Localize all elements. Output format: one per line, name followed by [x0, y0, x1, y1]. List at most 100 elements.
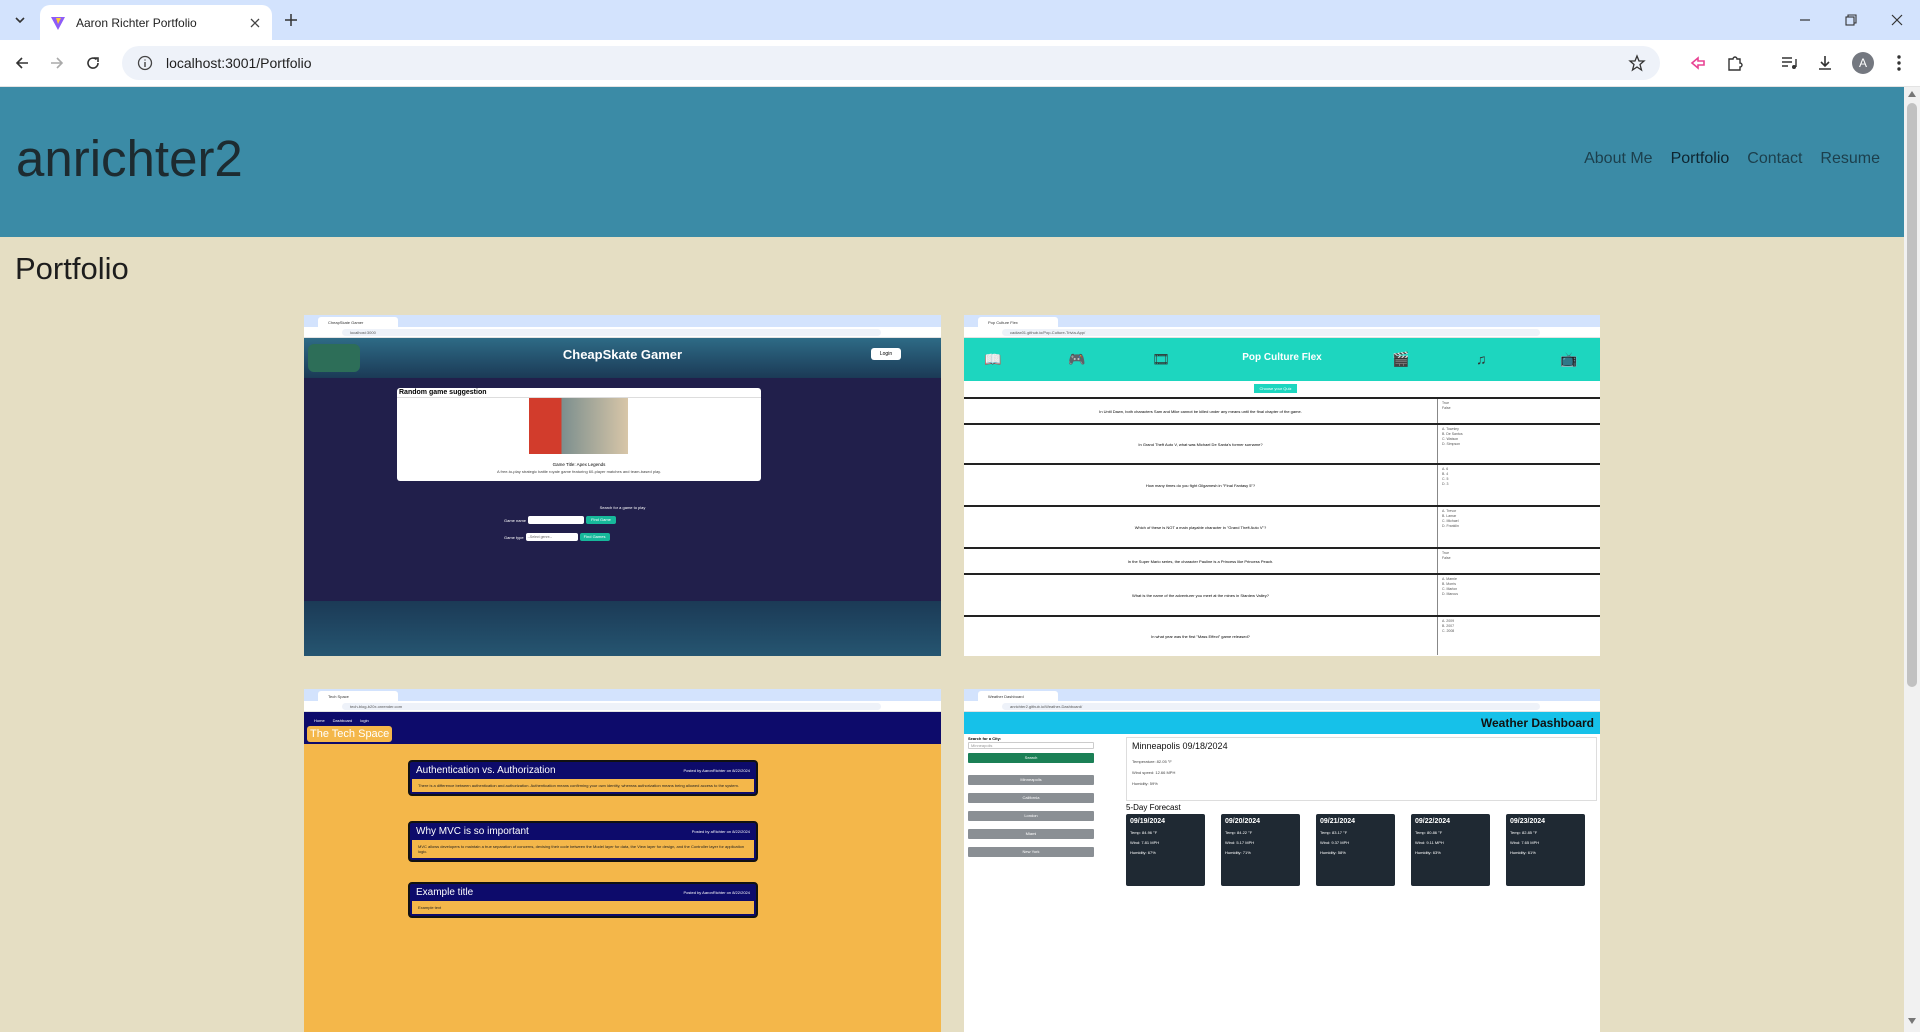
tab-search-button[interactable]	[8, 8, 32, 32]
clapperboard-icon: 🎬	[1392, 351, 1410, 367]
forecast-card: 09/21/2024 Temp: 83.17 °F Wind: 9.37 MPH…	[1316, 814, 1395, 886]
quiz-row: How many times do you fight Gilgamesh in…	[964, 463, 1600, 505]
download-icon[interactable]	[1812, 50, 1838, 76]
restore-icon	[1845, 14, 1857, 26]
current-weather: Minneapolis 09/18/2024 Temperature: 82.0…	[1126, 737, 1597, 801]
bookmark-star-icon[interactable]	[1622, 48, 1652, 78]
quiz-option: B. Lamar	[1442, 514, 1457, 518]
extension-pink-icon[interactable]	[1686, 50, 1712, 76]
quiz-row: In what year was the first "Mass Effect"…	[964, 615, 1600, 655]
quiz-question: In what year was the first "Mass Effect"…	[964, 617, 1438, 655]
genre-select: --Select genre--	[525, 533, 578, 541]
quiz-option: B. 2007	[1442, 624, 1455, 628]
forecast-date: 09/21/2024	[1320, 818, 1356, 825]
screenshot-tab: CheapSkate Gamer	[318, 317, 398, 327]
media-controls-icon[interactable]	[1776, 50, 1802, 76]
random-game-card: Random game suggestion Game Title: Apex …	[397, 388, 761, 481]
forecast-date: 09/23/2024	[1510, 818, 1546, 825]
screenshot-toolbar: cadiax01.github.io/Pop-Culture-Trivia-Ap…	[964, 327, 1600, 338]
screenshot-tabbar: Pop Culture Flex	[964, 315, 1600, 327]
city-search-label: Search for a City:	[968, 736, 1002, 741]
project-weather-dashboard[interactable]: Weather Dashboard anrichter2.github.io/W…	[964, 689, 1600, 1032]
quiz-option: D. Simpson	[1442, 442, 1461, 446]
nav-resume[interactable]: Resume	[1820, 150, 1880, 168]
forecast-card: 09/19/2024 Temp: 84.96 °F Wind: 7.81 MPH…	[1126, 814, 1205, 886]
site-header: anrichter2 About Me Portfolio Contact Re…	[0, 87, 1904, 237]
screenshot-toolbar: localhost:3000	[304, 327, 941, 338]
game-name-label: Game name	[504, 517, 527, 523]
back-button[interactable]	[9, 50, 35, 76]
cheapskate-body: Random game suggestion Game Title: Apex …	[304, 378, 941, 608]
weather-sidebar: Search for a City: Minneapolis Search Mi…	[968, 736, 1094, 857]
close-tab-button[interactable]	[246, 14, 264, 32]
forecast-humidity: Humidity: 61%	[1510, 850, 1536, 855]
active-tab[interactable]: Aaron Richter Portfolio	[40, 5, 272, 40]
screenshot-tabbar: Tech Space	[304, 689, 941, 701]
weather-title: Weather Dashboard	[1480, 716, 1594, 730]
screenshot-url: tech-blog-b20x.onrender.com	[342, 703, 881, 710]
reload-button[interactable]	[80, 50, 106, 76]
quiz-option: A. 2009	[1442, 619, 1455, 623]
quiz-option: C. Michael	[1442, 519, 1459, 523]
post-meta: Posted by AaronRichter on 8/22/2024	[683, 768, 751, 773]
popculture-header: 📖 🎮 🎞 Pop Culture Flex 🎬 ♫ 📺	[964, 338, 1600, 381]
quiz-option: True	[1442, 401, 1450, 405]
project-cheapskate-gamer[interactable]: CheapSkate Gamer localhost:3000 CheapSka…	[304, 315, 941, 656]
screenshot-tab: Weather Dashboard	[978, 691, 1058, 701]
screenshot-toolbar: tech-blog-b20x.onrender.com	[304, 701, 941, 712]
game-title-text: Game Title: Apex Legends	[552, 462, 606, 467]
nav-portfolio[interactable]: Portfolio	[1671, 150, 1730, 168]
forecast-card: 09/22/2024 Temp: 80.86 °F Wind: 9.11 MPH…	[1411, 814, 1490, 886]
restore-button[interactable]	[1828, 0, 1874, 40]
screenshot-toolbar: anrichter2.github.io/Weather-Dashboard/	[964, 701, 1600, 712]
quiz-option: B. De Santos	[1442, 432, 1463, 436]
blog-post: Example title Posted by AaronRichter on …	[408, 882, 758, 918]
extensions-puzzle-icon[interactable]	[1722, 50, 1748, 76]
profile-avatar[interactable]: A	[1852, 52, 1874, 74]
address-bar[interactable]: localhost:3001/Portfolio	[122, 46, 1660, 80]
current-weather-title: Minneapolis 09/18/2024	[1132, 741, 1228, 751]
close-icon	[1891, 14, 1903, 26]
screenshot-tab: Pop Culture Flex	[978, 317, 1058, 327]
quiz-question: In Grand Theft Auto V, what was Michael …	[964, 425, 1438, 463]
menu-kebab-icon[interactable]	[1886, 50, 1912, 76]
forecast-temp: Temp: 84.22 °F	[1225, 830, 1253, 835]
quiz-options: A. Marnie B. Morris C. Marlon D. Marcus	[1442, 577, 1458, 597]
url-text[interactable]: localhost:3001/Portfolio	[166, 55, 1622, 71]
minimize-button[interactable]	[1782, 0, 1828, 40]
city-history-button: London	[968, 811, 1094, 821]
nav-contact[interactable]: Contact	[1747, 150, 1802, 168]
quiz-options: A. 6 B. 4 C. 5 D. 3	[1442, 467, 1448, 487]
game-description: A free-to-play strategic battle royale g…	[496, 469, 661, 474]
city-history-button: New York	[968, 847, 1094, 857]
forecast-humidity: Humidity: 58%	[1320, 850, 1346, 855]
nav-about-me[interactable]: About Me	[1584, 150, 1652, 168]
project-pop-culture-flex[interactable]: Pop Culture Flex cadiax01.github.io/Pop-…	[964, 315, 1600, 656]
screenshot-tabbar: Weather Dashboard	[964, 689, 1600, 701]
quiz-question: In Until Dawn, both characters Sam and M…	[964, 399, 1438, 423]
quiz-option: A. Townley	[1442, 427, 1459, 431]
forecast-temp: Temp: 80.86 °F	[1415, 830, 1443, 835]
project-tech-space[interactable]: Tech Space tech-blog-b20x.onrender.com H…	[304, 689, 941, 1032]
forecast-title: 5-Day Forecast	[1126, 803, 1181, 812]
new-tab-button[interactable]	[280, 9, 302, 31]
plus-icon	[285, 14, 297, 26]
close-window-button[interactable]	[1874, 0, 1920, 40]
game-type-label: Game type	[504, 534, 524, 540]
blog-post: Authentication vs. Authorization Posted …	[408, 760, 758, 796]
post-body: MVC allows developers to maintain a true…	[412, 840, 754, 858]
screenshot-tabbar: CheapSkate Gamer	[304, 315, 941, 327]
city-history-button: California	[968, 793, 1094, 803]
scroll-up-arrow-icon[interactable]	[1904, 91, 1920, 101]
scroll-down-arrow-icon[interactable]	[1904, 1018, 1920, 1028]
quiz-option: D. Marcus	[1442, 592, 1458, 596]
tab-title: Aaron Richter Portfolio	[76, 15, 197, 30]
forward-button[interactable]	[44, 50, 70, 76]
forecast-temp: Temp: 84.96 °F	[1130, 830, 1158, 835]
forecast-humidity: Humidity: 63%	[1415, 850, 1441, 855]
scrollbar-thumb[interactable]	[1907, 103, 1917, 687]
site-info-icon[interactable]	[128, 46, 162, 80]
page-scrollbar[interactable]	[1904, 87, 1920, 1032]
post-meta: Posted by AaronRichter on 8/22/2024	[683, 890, 751, 895]
quiz-question: Which of these is NOT a main playable ch…	[964, 507, 1438, 547]
